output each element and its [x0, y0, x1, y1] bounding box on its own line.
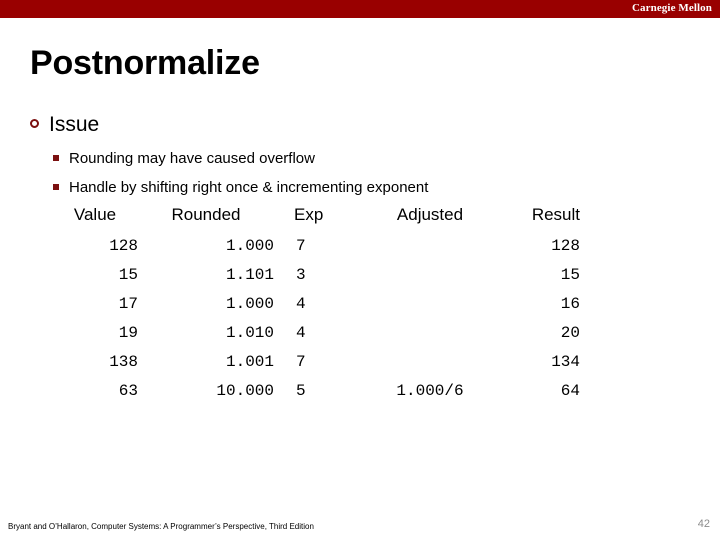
page-number: 42	[697, 518, 710, 530]
cell-adjusted: 1.000/6	[396, 382, 464, 400]
cell-exp: 4	[296, 295, 306, 313]
cell-value: 128	[109, 237, 138, 255]
header-bar: Carnegie Mellon	[0, 0, 720, 18]
square-bullet-icon	[53, 184, 59, 190]
cell-value: 17	[118, 295, 138, 313]
cell-rounded: 1.010	[225, 324, 274, 342]
circle-bullet-icon	[30, 119, 39, 128]
table-row: 15 1.101 3 15	[52, 261, 580, 290]
table-row: 17 1.000 4 16	[52, 290, 580, 319]
cell-rounded: 10.000	[216, 382, 274, 400]
cell-value: 63	[118, 382, 138, 400]
cell-exp: 7	[296, 237, 306, 255]
cell-value: 19	[118, 324, 138, 342]
cell-adjusted	[366, 232, 494, 261]
cell-rounded: 1.000	[225, 237, 274, 255]
sub-bullet-label: Rounding may have caused overflow	[69, 150, 315, 167]
carnegie-mellon-brand: Carnegie Mellon	[631, 2, 712, 14]
sub-bullet-rounding-overflow: Rounding may have caused overflow	[53, 150, 315, 167]
sub-bullet-handle-shift: Handle by shifting right once & incremen…	[53, 179, 428, 196]
cell-value: 138	[109, 353, 138, 371]
cell-exp: 4	[296, 324, 306, 342]
cell-exp: 3	[296, 266, 306, 284]
cell-adjusted	[366, 319, 494, 348]
square-bullet-icon	[53, 155, 59, 161]
table-row: 19 1.010 4 20	[52, 319, 580, 348]
cell-rounded: 1.101	[225, 266, 274, 284]
footer-citation: Bryant and O’Hallaron, Computer Systems:…	[8, 522, 314, 531]
bullet-issue-label: Issue	[49, 113, 100, 136]
cell-exp: 7	[296, 353, 306, 371]
cell-rounded: 1.001	[225, 353, 274, 371]
cell-adjusted	[366, 261, 494, 290]
column-header-exp: Exp	[294, 205, 324, 224]
cell-result: 15	[560, 266, 580, 284]
postnormalize-table: Value Rounded Exp Adjusted Result 128 1.…	[52, 205, 580, 406]
table-row: 128 1.000 7 128	[52, 232, 580, 261]
column-header-rounded: Rounded	[171, 205, 241, 224]
column-header-adjusted: Adjusted	[396, 205, 464, 224]
cell-adjusted	[366, 348, 494, 377]
column-header-result: Result	[531, 205, 580, 224]
cell-result: 134	[551, 353, 580, 371]
cell-result: 16	[560, 295, 580, 313]
cell-result: 20	[560, 324, 580, 342]
sub-bullet-label: Handle by shifting right once & incremen…	[69, 179, 429, 196]
page-title: Postnormalize	[30, 44, 260, 82]
cell-rounded: 1.000	[225, 295, 274, 313]
cell-result: 64	[560, 382, 580, 400]
table-header-row: Value Rounded Exp Adjusted Result	[52, 205, 580, 232]
table-row: 138 1.001 7 134	[52, 348, 580, 377]
table-row: 63 10.000 5 1.000/6 64	[52, 377, 580, 406]
cell-exp: 5	[296, 382, 306, 400]
column-header-value: Value	[73, 205, 117, 224]
cell-value: 15	[118, 266, 138, 284]
cell-result: 128	[551, 237, 580, 255]
bullet-issue: Issue	[30, 113, 99, 137]
cell-adjusted	[366, 290, 494, 319]
